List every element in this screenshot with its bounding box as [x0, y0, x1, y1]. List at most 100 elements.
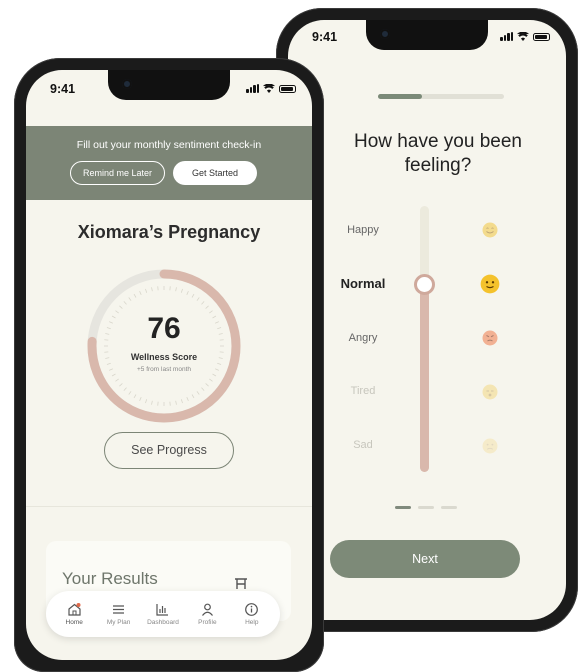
home-screen: 9:41 Fill out your monthly sentiment che… — [26, 70, 312, 660]
bottom-tab-bar: Home My Plan Dashboard Profile Help — [46, 591, 280, 637]
gauge-tick — [196, 297, 200, 301]
gauge-tick — [205, 383, 209, 387]
gauge-tick — [128, 391, 132, 395]
question-title: How have you been feeling? — [354, 131, 522, 176]
mood-label-angry[interactable]: Angry — [328, 332, 398, 344]
app-mockup: 9:41 How have you been feeling? Happy No… — [0, 0, 581, 672]
menu-icon — [113, 605, 125, 614]
status-time: 9:41 — [50, 82, 76, 96]
sad-face-icon[interactable] — [482, 438, 498, 454]
mood-slider-thumb[interactable] — [414, 274, 435, 295]
gauge-tick — [186, 396, 189, 401]
home-icon — [68, 603, 81, 616]
gauge-tick — [133, 293, 137, 298]
pager-dots — [395, 506, 457, 509]
tab-label-my-plan: My Plan — [106, 619, 131, 626]
gauge-tick — [191, 394, 195, 399]
get-started-button[interactable]: Get Started — [173, 161, 257, 185]
checkin-progress-bar — [378, 94, 504, 99]
gauge-tick — [201, 387, 205, 391]
gauge-tick — [180, 399, 183, 404]
gauge-tick — [191, 293, 195, 298]
gauge-tick — [151, 287, 153, 292]
pager-dot — [441, 506, 457, 509]
tab-my-plan[interactable]: My Plan — [97, 602, 141, 626]
tab-dashboard[interactable]: Dashboard — [141, 602, 185, 626]
banner-text: Fill out your monthly sentiment check-in — [76, 139, 262, 151]
gauge-tick — [196, 391, 200, 395]
remind-later-button[interactable]: Remind me Later — [70, 161, 165, 185]
gauge-tick — [139, 396, 142, 401]
gauge-tick — [119, 305, 123, 309]
gauge-tick — [217, 362, 222, 365]
mood-label-sad[interactable]: Sad — [328, 439, 398, 451]
gauge-tick — [151, 400, 153, 405]
mood-label-happy[interactable]: Happy — [328, 224, 398, 236]
checkin-banner: Fill out your monthly sentiment check-in… — [26, 126, 312, 200]
gauge-tick — [133, 394, 137, 399]
see-progress-button[interactable]: See Progress — [104, 432, 234, 469]
wifi-icon — [517, 32, 529, 41]
next-button[interactable]: Next — [330, 540, 520, 578]
pager-dot — [395, 506, 411, 509]
gauge-tick — [180, 288, 183, 293]
gauge-tick — [119, 383, 123, 387]
signal-icon — [246, 84, 259, 93]
gauge-tick — [145, 288, 148, 293]
gauge-tick — [128, 297, 132, 301]
gauge-tick — [205, 305, 209, 309]
results-title: Your Results — [62, 569, 158, 588]
gauge-tick — [123, 387, 127, 391]
gauge-tick — [186, 291, 189, 296]
camera-icon — [122, 79, 132, 89]
battery-icon — [279, 85, 296, 93]
gauge-tick — [175, 287, 177, 292]
signal-icon — [500, 32, 513, 41]
wellness-score-change: +5 from last month — [136, 366, 191, 373]
wellness-score-value: 76 — [147, 312, 181, 345]
wellness-score-label: Wellness Score — [130, 352, 198, 362]
gauge-tick — [106, 362, 111, 365]
mood-slider-fill — [420, 282, 429, 472]
tab-label-help: Help — [245, 619, 259, 626]
gauge-tick — [145, 399, 148, 404]
gauge-tick — [209, 378, 213, 382]
profile-icon — [201, 603, 213, 616]
section-divider — [26, 506, 312, 507]
checkin-screen: 9:41 How have you been feeling? Happy No… — [288, 20, 566, 620]
tired-face-icon[interactable] — [482, 384, 498, 400]
gauge-tick — [212, 373, 217, 377]
gauge-tick — [175, 400, 177, 405]
battery-icon — [533, 33, 550, 41]
home-phone: 9:41 Fill out your monthly sentiment che… — [14, 58, 324, 672]
phone-notch — [366, 20, 488, 50]
tab-label-home: Home — [65, 619, 83, 626]
wellness-gauge — [87, 269, 241, 423]
mood-label-normal[interactable]: Normal — [328, 276, 398, 291]
status-time: 9:41 — [312, 30, 338, 44]
neutral-face-icon[interactable] — [480, 274, 500, 294]
wifi-icon — [263, 84, 275, 93]
table-icon — [235, 578, 247, 589]
checkin-progress-fill — [378, 94, 423, 99]
gauge-tick — [123, 301, 127, 305]
tab-profile[interactable]: Profile — [185, 602, 229, 626]
mood-label-tired[interactable]: Tired — [328, 385, 398, 397]
tab-help[interactable]: Help — [230, 602, 274, 626]
tab-label-dashboard: Dashboard — [147, 619, 179, 626]
gauge-tick — [201, 301, 205, 305]
angry-face-icon[interactable] — [482, 330, 498, 346]
pager-dot — [418, 506, 434, 509]
info-icon — [245, 603, 259, 616]
gauge-ticks — [104, 286, 224, 406]
camera-icon — [380, 29, 390, 39]
tab-label-profile: Profile — [198, 619, 217, 626]
happy-face-icon[interactable] — [482, 222, 498, 238]
gauge-tick — [115, 378, 119, 382]
tab-home[interactable]: Home — [52, 602, 96, 626]
bar-chart-icon — [156, 604, 169, 616]
gauge-tick — [111, 373, 116, 377]
phone-notch — [108, 70, 230, 100]
page-title: Xiomara’s Pregnancy — [77, 222, 261, 242]
gauge-tick — [139, 291, 142, 296]
